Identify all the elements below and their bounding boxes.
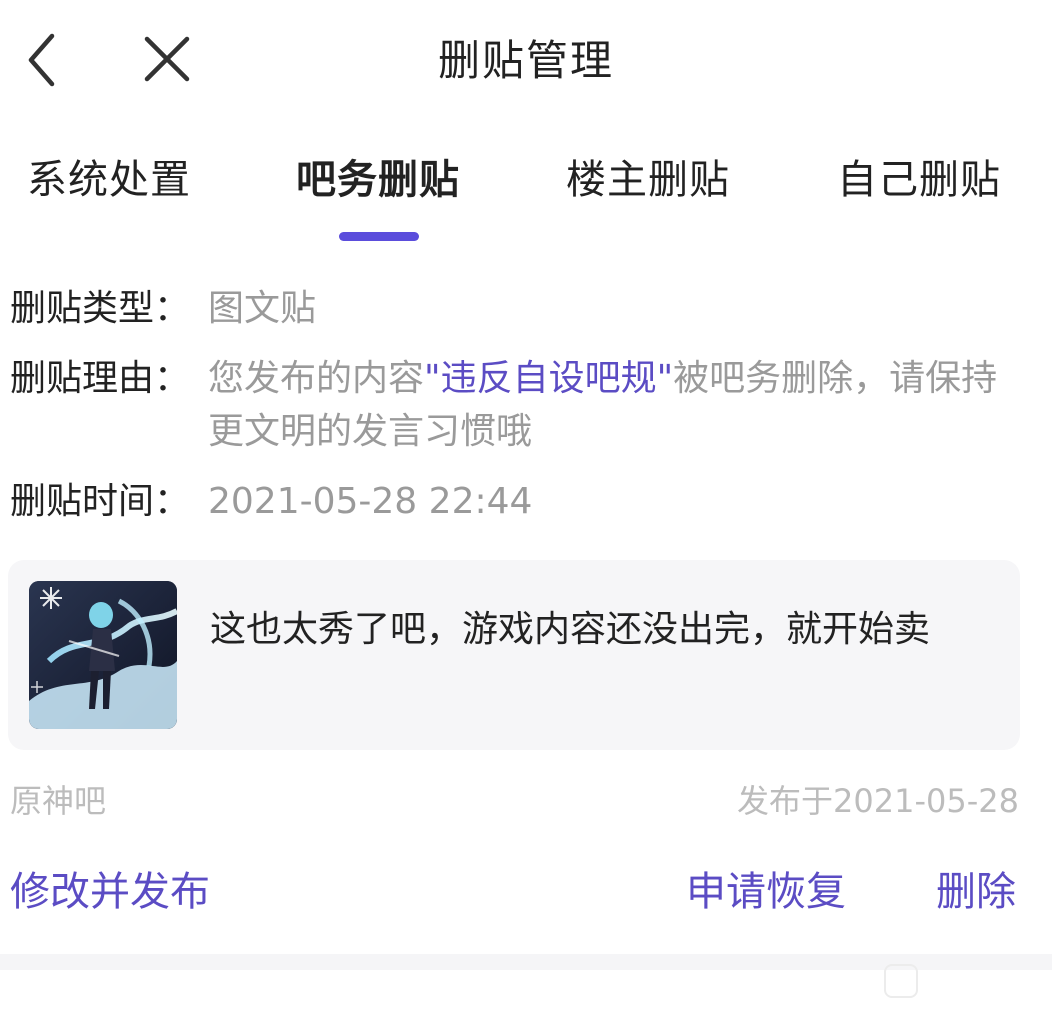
top-bar: 删贴管理 [0,0,1052,120]
delete-type-value: 图文贴 [208,288,317,329]
post-thumbnail [29,581,177,729]
tab-system-action[interactable]: 系统处置 [27,150,191,210]
post-content: 这也太秀了吧，游戏内容还没出完，就开始卖 [210,609,931,650]
appeal-restore-button[interactable]: 申请恢复 [686,864,846,920]
delete-reason-value: 您发布的内容"违反自设吧规"被吧务删除，请保持更文明的发言习惯哦 [208,352,1008,458]
deleted-post-page: 删贴管理 系统处置 吧务删贴 楼主删贴 自己删贴 删贴类型： 图文贴 删贴理由：… [0,0,1052,1010]
delete-reason-label: 删贴理由： [10,358,191,399]
forum-name[interactable]: 原神吧 [10,778,106,824]
watermark-icon [884,964,918,998]
active-tab-indicator [339,232,419,241]
deleted-post-card[interactable]: 这也太秀了吧，游戏内容还没出完，就开始卖 [8,560,1020,750]
delete-type-label: 删贴类型： [10,288,191,329]
reason-prefix: 您发布的内容 [208,358,425,399]
tab-moderator-delete[interactable]: 吧务删贴 [296,150,460,210]
publish-date: 发布于2021-05-28 [737,782,1019,820]
edit-and-publish-button[interactable]: 修改并发布 [10,864,210,920]
reason-rule-link[interactable]: "违反自设吧规" [424,358,673,399]
delete-time-label: 删贴时间： [10,481,191,522]
tab-bar: 系统处置 吧务删贴 楼主删贴 自己删贴 [0,150,1052,250]
tab-self-delete[interactable]: 自己删贴 [837,150,1001,210]
delete-button[interactable]: 删除 [936,864,1016,920]
tab-op-delete[interactable]: 楼主删贴 [566,150,730,210]
delete-time-value: 2021-05-28 22:44 [208,481,533,522]
post-thumbnail-image [29,581,177,729]
page-title: 删贴管理 [437,36,614,85]
